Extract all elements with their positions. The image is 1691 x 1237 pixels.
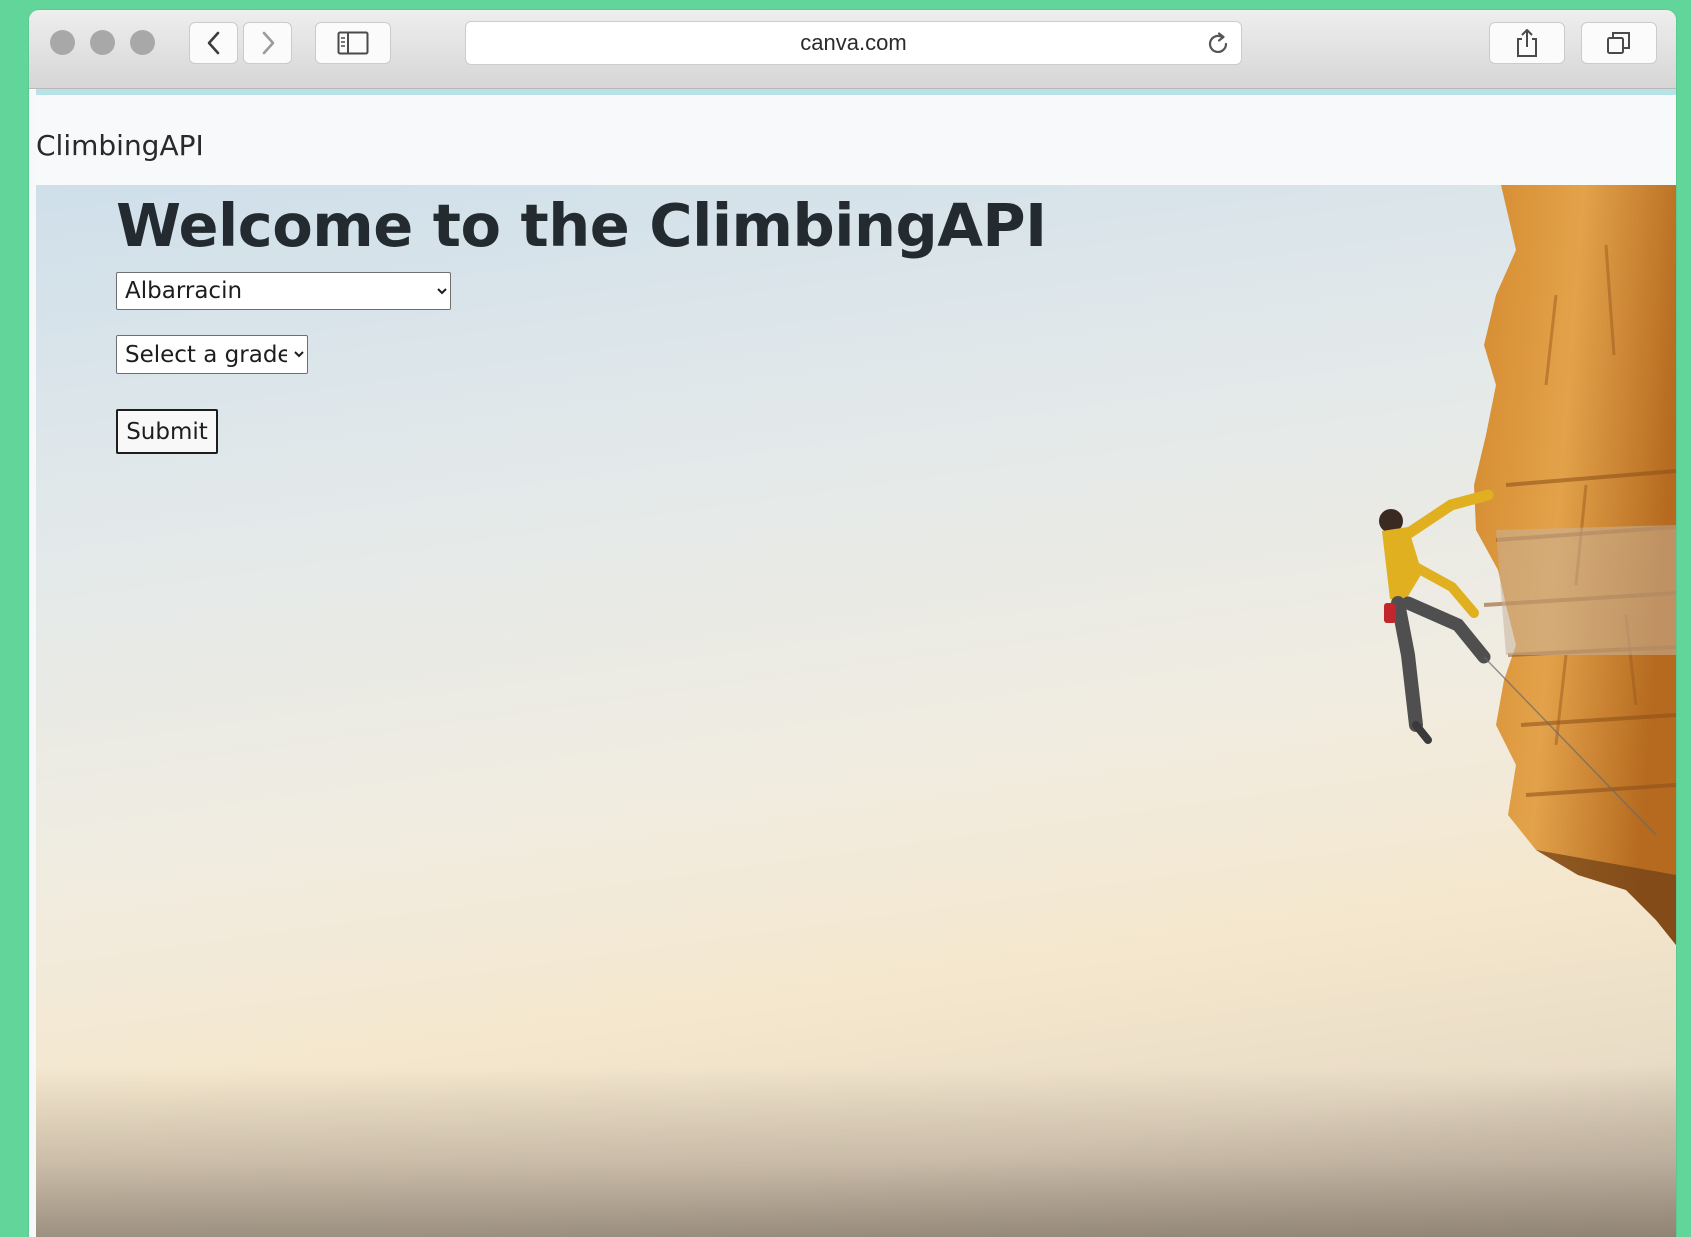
tabs-icon xyxy=(1607,32,1630,54)
climber-cliff-image xyxy=(1379,185,1676,945)
back-button[interactable] xyxy=(189,22,238,64)
share-button[interactable] xyxy=(1489,22,1565,64)
site-navbar: ClimbingAPI xyxy=(36,95,1676,185)
hero-section: Welcome to the ClimbingAPI Albarracin Se… xyxy=(36,185,1676,1237)
valley-haze xyxy=(36,1067,1676,1237)
show-tabs-button[interactable] xyxy=(1581,22,1657,64)
grade-select[interactable]: Select a grade xyxy=(116,335,308,374)
url-text: canva.com xyxy=(800,30,907,55)
page-title: Welcome to the ClimbingAPI xyxy=(116,191,1047,260)
share-icon xyxy=(1517,29,1537,57)
submit-button[interactable]: Submit xyxy=(116,409,218,454)
navbar-brand-link[interactable]: ClimbingAPI xyxy=(36,129,204,162)
address-bar[interactable]: canva.com xyxy=(465,21,1242,65)
zoom-window-button[interactable] xyxy=(130,30,155,55)
reload-icon[interactable] xyxy=(1205,31,1231,57)
minimize-window-button[interactable] xyxy=(90,30,115,55)
chevron-right-icon xyxy=(262,31,274,55)
forward-button[interactable] xyxy=(243,22,292,64)
crag-select[interactable]: Albarracin xyxy=(116,272,451,310)
browser-window: canva.com ClimbingAPI Welcome to the Cli… xyxy=(29,10,1676,1237)
sidebar-toggle-button[interactable] xyxy=(315,22,391,64)
browser-toolbar: canva.com xyxy=(29,10,1676,89)
chevron-left-icon xyxy=(207,31,219,55)
close-window-button[interactable] xyxy=(50,30,75,55)
sidebar-icon xyxy=(337,31,369,55)
